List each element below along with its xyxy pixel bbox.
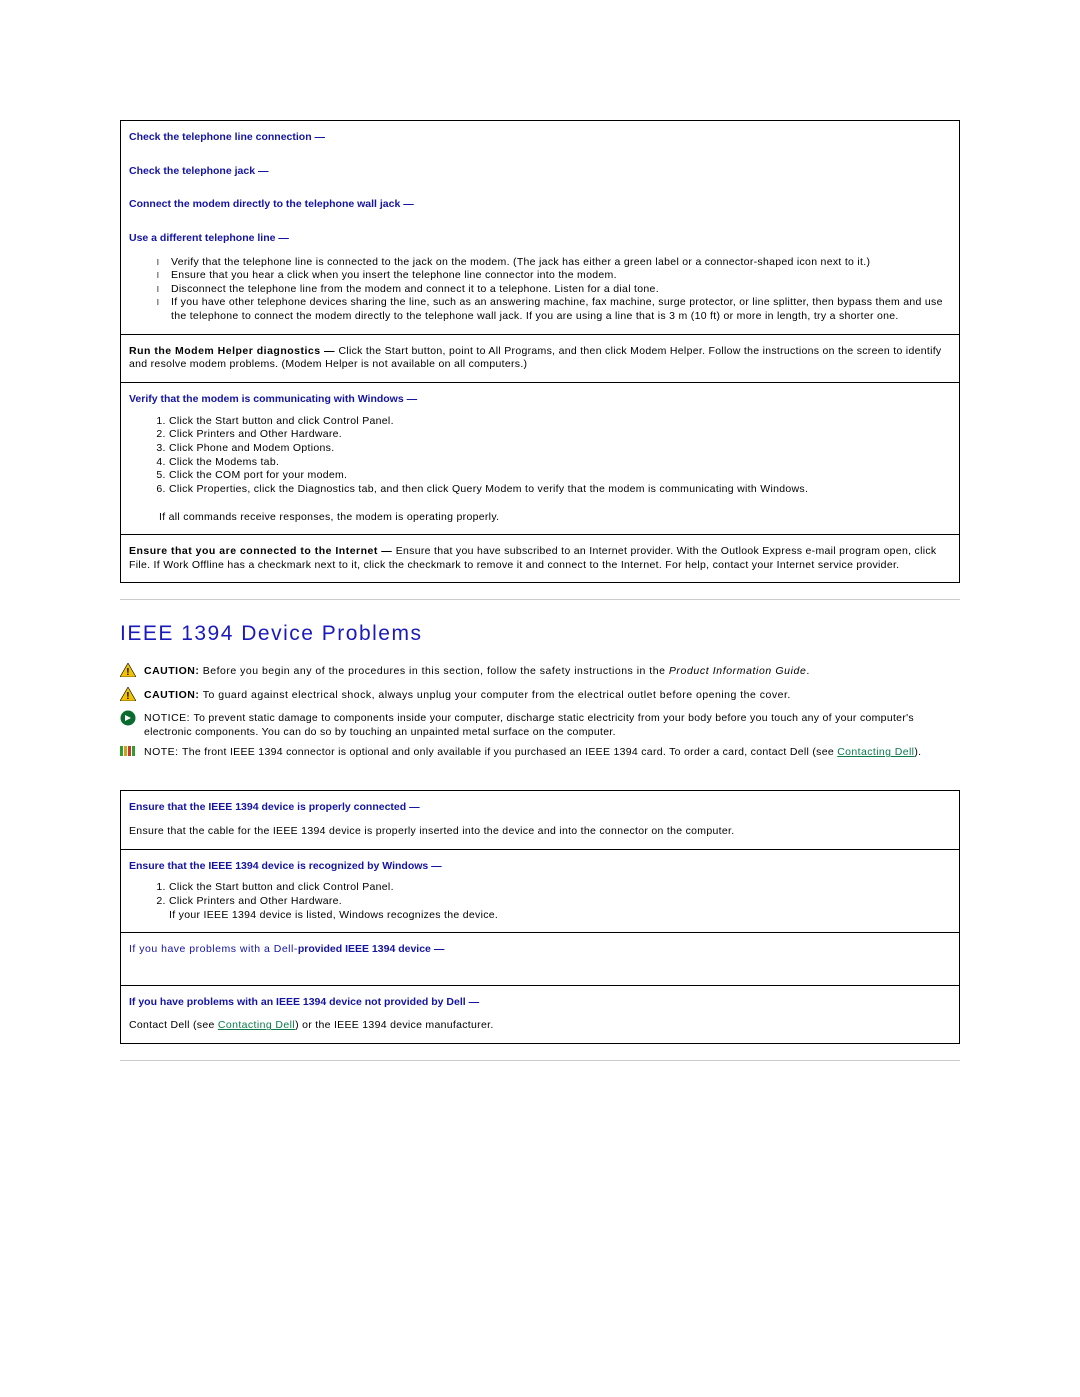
ieee-step: Click the Start button and click Control… bbox=[169, 881, 951, 895]
ieee-cell4-label: If you have problems with an IEEE 1394 d… bbox=[129, 996, 466, 1008]
ieee-troubleshoot-table: Ensure that the IEEE 1394 device is prop… bbox=[120, 790, 960, 1044]
modem-bullets: Verify that the telephone line is connec… bbox=[129, 256, 951, 324]
contacting-dell-link[interactable]: Contacting Dell bbox=[837, 746, 914, 758]
modem-bullet: If you have other telephone devices shar… bbox=[157, 296, 951, 323]
note-icon bbox=[120, 744, 138, 762]
page-container: Check the telephone line connection — Ch… bbox=[0, 0, 1080, 1129]
ieee-cell2-label: Ensure that the IEEE 1394 device is reco… bbox=[129, 860, 428, 872]
ieee-cell-3: If you have problems with a Dell-provide… bbox=[121, 933, 960, 986]
caution-icon: ! bbox=[120, 663, 138, 681]
check-jack-label: Check the telephone jack bbox=[129, 165, 255, 177]
note-row: NOTE: The front IEEE 1394 connector is o… bbox=[120, 745, 960, 762]
check-line-label: Check the telephone line connection bbox=[129, 131, 312, 143]
modem-bullet: Ensure that you hear a click when you in… bbox=[157, 269, 951, 283]
caution-label: CAUTION: bbox=[144, 689, 203, 701]
caution-row-1: ! CAUTION: Before you begin any of the p… bbox=[120, 664, 960, 681]
ieee-cell4b: ) or the IEEE 1394 device manufacturer. bbox=[295, 1019, 493, 1031]
ieee-cell-2: Ensure that the IEEE 1394 device is reco… bbox=[121, 849, 960, 933]
ensure-internet-label: Ensure that you are connected to the Int… bbox=[129, 545, 396, 557]
modem-step: Click the Modems tab. bbox=[169, 456, 951, 470]
modem-steps: Click the Start button and click Control… bbox=[129, 415, 951, 497]
modem-bullet: Verify that the telephone line is connec… bbox=[157, 256, 951, 270]
note-label: NOTE: bbox=[144, 746, 182, 758]
ieee-cell-4: If you have problems with an IEEE 1394 d… bbox=[121, 985, 960, 1043]
ieee-steps: Click the Start button and click Control… bbox=[129, 881, 951, 922]
modem-troubleshoot-table: Check the telephone line connection — Ch… bbox=[120, 120, 960, 583]
ieee-heading: IEEE 1394 Device Problems bbox=[120, 622, 960, 646]
modem-step: Click Properties, click the Diagnostics … bbox=[169, 483, 951, 497]
notice-row: NOTICE: To prevent static damage to comp… bbox=[120, 711, 960, 739]
separator bbox=[120, 1060, 960, 1061]
caution-icon: ! bbox=[120, 687, 138, 705]
note-text-a: The front IEEE 1394 connector is optiona… bbox=[182, 746, 837, 758]
ieee-cell1-label: Ensure that the IEEE 1394 device is prop… bbox=[129, 801, 406, 813]
run-helper-label: Run the Modem Helper diagnostics — bbox=[129, 345, 338, 357]
connect-direct-label: Connect the modem directly to the teleph… bbox=[129, 198, 400, 210]
caution-row-2: ! CAUTION: To guard against electrical s… bbox=[120, 688, 960, 705]
modem-step: Click the COM port for your modem. bbox=[169, 469, 951, 483]
contacting-dell-link[interactable]: Contacting Dell bbox=[218, 1019, 295, 1031]
ieee-cell3a: If you have problems with a Dell- bbox=[129, 943, 298, 955]
modem-cell-3: Verify that the modem is communicating w… bbox=[121, 383, 960, 535]
separator bbox=[120, 599, 960, 600]
svg-text:!: ! bbox=[126, 667, 130, 677]
notice-icon bbox=[120, 710, 138, 730]
ieee-step: Click Printers and Other Hardware. If yo… bbox=[169, 895, 951, 922]
modem-step: Click Printers and Other Hardware. bbox=[169, 428, 951, 442]
caution-label: CAUTION: bbox=[144, 665, 203, 677]
caution2-text: To guard against electrical shock, alway… bbox=[203, 689, 791, 701]
ieee-cell4a: Contact Dell (see bbox=[129, 1019, 218, 1031]
modem-cell-1: Check the telephone line connection — Ch… bbox=[121, 121, 960, 335]
use-diff-label: Use a different telephone line bbox=[129, 232, 275, 244]
modem-bullet: Disconnect the telephone line from the m… bbox=[157, 283, 951, 297]
svg-text:!: ! bbox=[126, 691, 130, 701]
modem-step: Click Phone and Modem Options. bbox=[169, 442, 951, 456]
ieee-cell1-text: Ensure that the cable for the IEEE 1394 … bbox=[129, 825, 734, 837]
steps-footer: If all commands receive responses, the m… bbox=[159, 511, 951, 525]
notice-text: To prevent static damage to components i… bbox=[144, 712, 914, 738]
modem-cell-2: Run the Modem Helper diagnostics — Click… bbox=[121, 334, 960, 382]
verify-comm-label: Verify that the modem is communicating w… bbox=[129, 393, 404, 405]
ieee-cell3b: provided IEEE 1394 device bbox=[298, 943, 431, 955]
modem-step: Click the Start button and click Control… bbox=[169, 415, 951, 429]
ieee-cell-1: Ensure that the IEEE 1394 device is prop… bbox=[121, 791, 960, 849]
modem-cell-4: Ensure that you are connected to the Int… bbox=[121, 535, 960, 583]
notice-label: NOTICE: bbox=[144, 712, 194, 724]
